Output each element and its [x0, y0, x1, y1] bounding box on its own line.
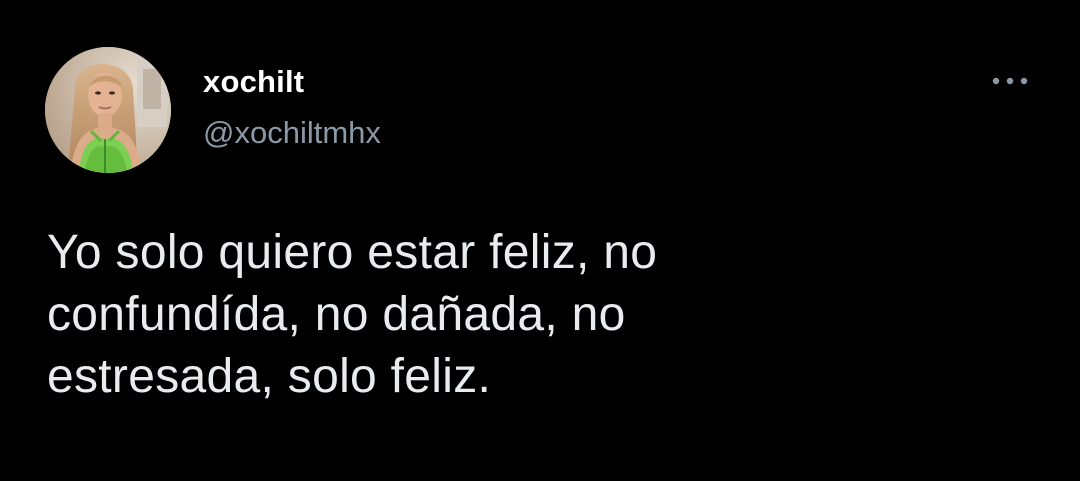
tweet-text-line: estresada, solo feliz. — [47, 350, 492, 403]
more-options-button[interactable] — [986, 66, 1034, 96]
tweet-card: xochilt @xochiltmhx Yo solo quiero estar… — [0, 0, 1080, 481]
tweet-text-line: Yo solo quiero estar feliz, no — [47, 226, 658, 279]
profile-photo-icon — [45, 47, 171, 173]
tweet-text-line: confundída, no dañada, no — [47, 288, 626, 341]
author-display-name[interactable]: xochilt — [203, 62, 304, 102]
avatar[interactable] — [45, 47, 171, 173]
author-handle[interactable]: @xochiltmhx — [203, 113, 381, 153]
more-options-icon — [992, 77, 1028, 85]
tweet-text: Yo solo quiero estar feliz, no confundíd… — [47, 222, 1047, 408]
